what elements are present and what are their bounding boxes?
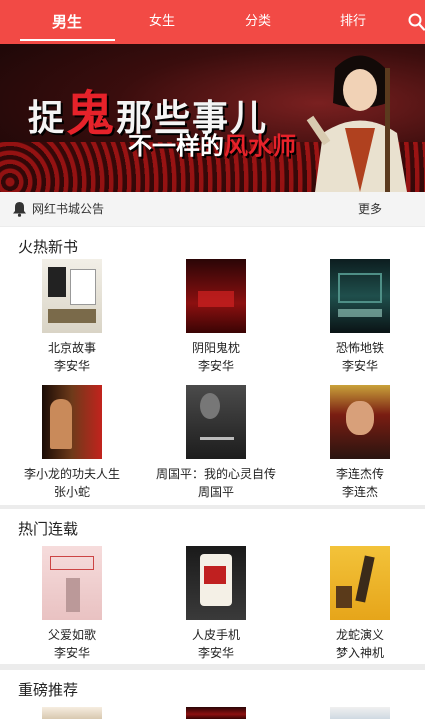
- book-title: 阴阳鬼枕: [191, 341, 240, 355]
- section-featured-recommendations: 重磅推荐: [0, 670, 425, 719]
- book-author: 李连杰: [341, 485, 378, 499]
- book-cover: [186, 385, 246, 459]
- book-cover[interactable]: [330, 707, 390, 719]
- book-cover: [186, 546, 246, 620]
- bell-icon: [13, 202, 26, 217]
- book-author: 周国平: [197, 485, 234, 499]
- book-title: 北京故事: [47, 341, 96, 355]
- section-title: 热门连载: [18, 520, 79, 538]
- book-author: 张小蛇: [53, 485, 90, 499]
- book-author: 李安华: [341, 359, 378, 373]
- notice-text: 网红书城公告: [32, 202, 105, 216]
- book-author: 梦入神机: [335, 646, 384, 660]
- book-cover[interactable]: [186, 707, 246, 719]
- tab-ranking[interactable]: 排行: [313, 0, 393, 44]
- top-tab-bar: 男生 女生 分类 排行: [0, 0, 425, 44]
- book-title: 李小龙的功夫人生: [23, 467, 120, 481]
- section-hot-new-books: 火热新书 北京故事 李安华 阴阳鬼枕 李安华 恐怖地铁 李安华 李小龙的功夫人生…: [0, 227, 425, 505]
- banner-title-line2: 不一样的风水师: [128, 131, 296, 160]
- tab-female[interactable]: 女生: [122, 0, 202, 44]
- notice-more-link[interactable]: 更多: [358, 192, 382, 226]
- book-title: 龙蛇演义: [335, 628, 384, 642]
- book-cover: [186, 259, 246, 333]
- book-cover: [330, 385, 390, 459]
- book-title: 李连杰传: [335, 467, 384, 481]
- book-cover: [330, 546, 390, 620]
- book-cover: [42, 259, 102, 333]
- tab-male[interactable]: 男生: [27, 0, 107, 44]
- book-cover[interactable]: [42, 707, 102, 719]
- book-author: 李安华: [53, 359, 90, 373]
- book-title: 父爱如歌: [47, 628, 96, 642]
- book-title: 人皮手机: [191, 628, 240, 642]
- book-author: 李安华: [53, 646, 90, 660]
- notice-bar[interactable]: 网红书城公告 更多: [0, 192, 425, 226]
- active-tab-indicator: [20, 39, 115, 41]
- promo-banner[interactable]: 捉鬼那些事儿 不一样的风水师: [0, 44, 425, 192]
- section-title: 火热新书: [18, 238, 79, 256]
- book-cover: [42, 546, 102, 620]
- banner-character-illustration: [306, 55, 407, 192]
- book-title: 恐怖地铁: [335, 341, 384, 355]
- book-cover: [330, 259, 390, 333]
- book-title: 周国平：我的心灵自传: [155, 467, 276, 481]
- book-cover: [42, 385, 102, 459]
- section-title: 重磅推荐: [18, 681, 79, 699]
- book-author: 李安华: [197, 646, 234, 660]
- book-author: 李安华: [197, 359, 234, 373]
- tab-category[interactable]: 分类: [218, 0, 298, 44]
- section-popular-serials: 热门连载 父爱如歌 李安华 人皮手机 李安华 龙蛇演义 梦入神机: [0, 509, 425, 664]
- search-icon[interactable]: [408, 13, 425, 31]
